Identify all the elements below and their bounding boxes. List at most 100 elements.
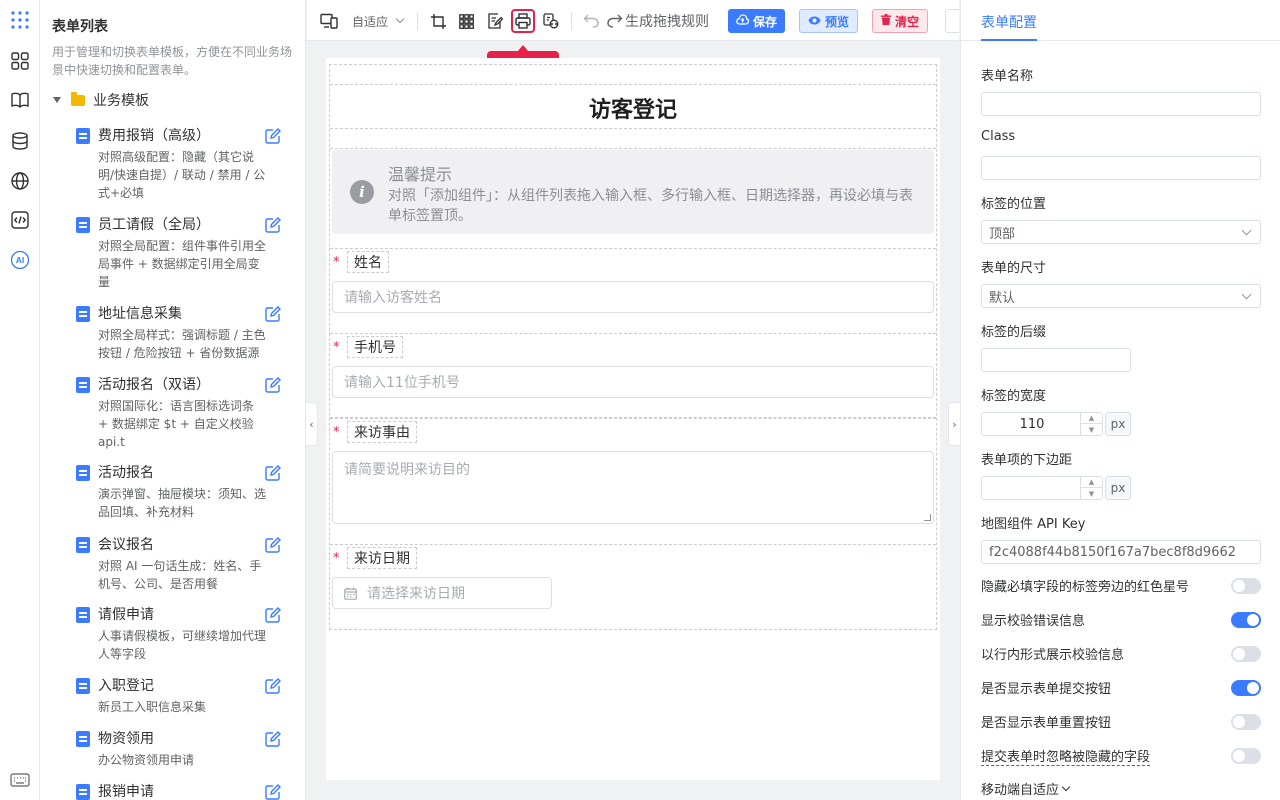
document-icon xyxy=(76,731,90,747)
collapse-left-handle[interactable]: ‹ xyxy=(306,402,318,446)
toggle-switch[interactable] xyxy=(1231,748,1261,764)
toggle-switch[interactable] xyxy=(1231,578,1261,594)
switch-knob xyxy=(1233,750,1245,762)
label-position-select[interactable]: 顶部 xyxy=(981,220,1261,244)
save-button[interactable]: 保存 xyxy=(728,9,786,33)
eye-icon xyxy=(808,15,821,28)
map-key-input[interactable]: f2c4088f44b8150f167a7bec8f8d9662 xyxy=(981,540,1261,564)
edit-icon[interactable] xyxy=(265,377,283,395)
map-key-label: 地图组件 API Key xyxy=(981,517,1086,532)
class-label: Class xyxy=(981,129,1016,144)
alert-text: 对照「添加组件」：从组件列表拖入输入框、多行输入框、日期选择器，再设必填与表单标… xyxy=(388,188,913,224)
template-description: 对照全局样式：强调标题 / 主色按钮 / 危险按钮 + 省份数据源 xyxy=(98,328,266,360)
switch-label: 以行内形式展示校验信息 xyxy=(981,648,1125,663)
print-button-highlight xyxy=(511,9,535,33)
toggle-switch[interactable] xyxy=(1231,680,1261,696)
ai-icon[interactable]: AI xyxy=(9,249,31,271)
mobile-adaptive-label: 移动端自适应 xyxy=(981,783,1060,798)
toggle-switch[interactable] xyxy=(1231,646,1261,662)
item-margin-label: 表单项的下边距 xyxy=(981,453,1073,468)
code-scan-icon[interactable] xyxy=(543,10,559,32)
folder-business-templates[interactable]: 业务模板 xyxy=(52,90,149,110)
label-width-value[interactable]: 110 xyxy=(982,413,1082,435)
edit-icon[interactable] xyxy=(265,306,283,324)
form-name-label: 表单名称 xyxy=(981,69,1034,84)
more-button[interactable] xyxy=(945,9,959,33)
generate-rules-button[interactable]: 生成拖拽规则 xyxy=(625,10,709,32)
stepper-controls: ▲ ▼ xyxy=(1080,477,1102,499)
form-size-value: 默认 xyxy=(989,290,1016,306)
redo-icon[interactable] xyxy=(607,10,623,32)
switch-knob xyxy=(1233,716,1245,728)
book-icon[interactable] xyxy=(9,89,31,111)
decrement-icon[interactable]: ▼ xyxy=(1081,424,1102,435)
edit-icon[interactable] xyxy=(265,678,283,696)
visitor-name-input[interactable]: 请输入访客姓名 xyxy=(332,281,934,313)
stepper-controls: ▲ ▼ xyxy=(1080,413,1102,435)
edit-icon[interactable] xyxy=(265,731,283,749)
form-size-select[interactable]: 默认 xyxy=(981,284,1261,308)
edit-note-icon[interactable] xyxy=(487,10,503,32)
increment-icon[interactable]: ▲ xyxy=(1081,477,1102,488)
item-margin-stepper[interactable]: ▲ ▼ xyxy=(981,476,1103,500)
device-icon[interactable] xyxy=(320,10,338,32)
edit-icon[interactable] xyxy=(265,128,283,146)
switch-label: 提交表单时忽略被隐藏的字段 xyxy=(981,746,1151,766)
decrement-icon[interactable]: ▼ xyxy=(1081,488,1102,499)
reason-textarea[interactable]: 请简要说明来访目的 xyxy=(332,451,934,524)
globe-icon[interactable] xyxy=(9,170,31,192)
keyboard-icon[interactable] xyxy=(9,769,31,791)
class-input[interactable] xyxy=(981,156,1261,180)
template-name: 入职登记 xyxy=(98,678,154,694)
required-mark: * xyxy=(333,424,340,440)
required-mark: * xyxy=(333,254,340,270)
label-suffix-label: 标签的后缀 xyxy=(981,325,1047,340)
undo-icon[interactable] xyxy=(583,10,599,32)
preview-button[interactable]: 预览 xyxy=(799,9,859,33)
toggle-switch[interactable] xyxy=(1231,612,1261,628)
label-width-stepper[interactable]: 110 ▲ ▼ xyxy=(981,412,1103,436)
code-icon[interactable] xyxy=(9,209,31,231)
resize-grip-icon[interactable] xyxy=(924,514,931,521)
apps-grid-icon[interactable] xyxy=(9,9,31,31)
setting-switch-row: 是否显示表单提交按钮 xyxy=(981,678,1261,697)
grid-icon[interactable] xyxy=(459,10,474,32)
tab-form-config[interactable]: 表单配置 xyxy=(981,12,1037,32)
field-label-text: 来访日期 xyxy=(347,547,417,569)
edit-icon[interactable] xyxy=(265,607,283,625)
edit-icon[interactable] xyxy=(265,465,283,483)
mobile-adaptive-toggle[interactable]: 移动端自适应 xyxy=(981,779,1071,798)
setting-switch-row: 提交表单时忽略被隐藏的字段 xyxy=(981,746,1261,766)
clear-button[interactable]: 清空 xyxy=(872,9,929,33)
active-tab-indicator xyxy=(981,39,1037,41)
increment-icon[interactable]: ▲ xyxy=(1081,413,1102,424)
unit-addon: px xyxy=(1105,412,1131,436)
chevron-left-icon: ‹ xyxy=(309,417,314,431)
visit-date-picker[interactable]: 请选择来访日期 xyxy=(332,577,552,609)
collapse-right-handle[interactable]: › xyxy=(948,402,960,446)
edit-icon[interactable] xyxy=(265,217,283,235)
device-select-value: 自适应 xyxy=(352,14,389,29)
title-block[interactable]: 访客登记 xyxy=(330,84,936,129)
chevron-right-icon: › xyxy=(952,417,957,431)
components-icon[interactable] xyxy=(9,50,31,72)
toggle-switch[interactable] xyxy=(1231,714,1261,730)
edit-icon[interactable] xyxy=(265,784,283,800)
template-name: 请假申请 xyxy=(98,607,154,623)
ai-label: AI xyxy=(16,255,25,265)
crop-icon[interactable] xyxy=(431,10,446,32)
switch-knob xyxy=(1233,648,1245,660)
template-name: 活动报名（双语） xyxy=(98,377,210,393)
database-icon[interactable] xyxy=(9,130,31,152)
device-select[interactable]: 自适应 xyxy=(352,10,405,32)
info-icon: i xyxy=(350,180,374,204)
switch-knob xyxy=(1247,682,1259,694)
phone-input[interactable]: 请输入11位手机号 xyxy=(332,366,934,398)
form-config-panel: 表单配置 表单名称 Class 标签的位置 顶部 表单的尺寸 默认 标签的后缀 … xyxy=(960,0,1280,800)
item-margin-value[interactable] xyxy=(982,477,1082,499)
form-name-input[interactable] xyxy=(981,92,1261,116)
label-suffix-input[interactable] xyxy=(981,348,1131,372)
template-name: 活动报名 xyxy=(98,465,154,481)
chevron-down-icon xyxy=(1241,289,1252,300)
edit-icon[interactable] xyxy=(265,537,283,555)
